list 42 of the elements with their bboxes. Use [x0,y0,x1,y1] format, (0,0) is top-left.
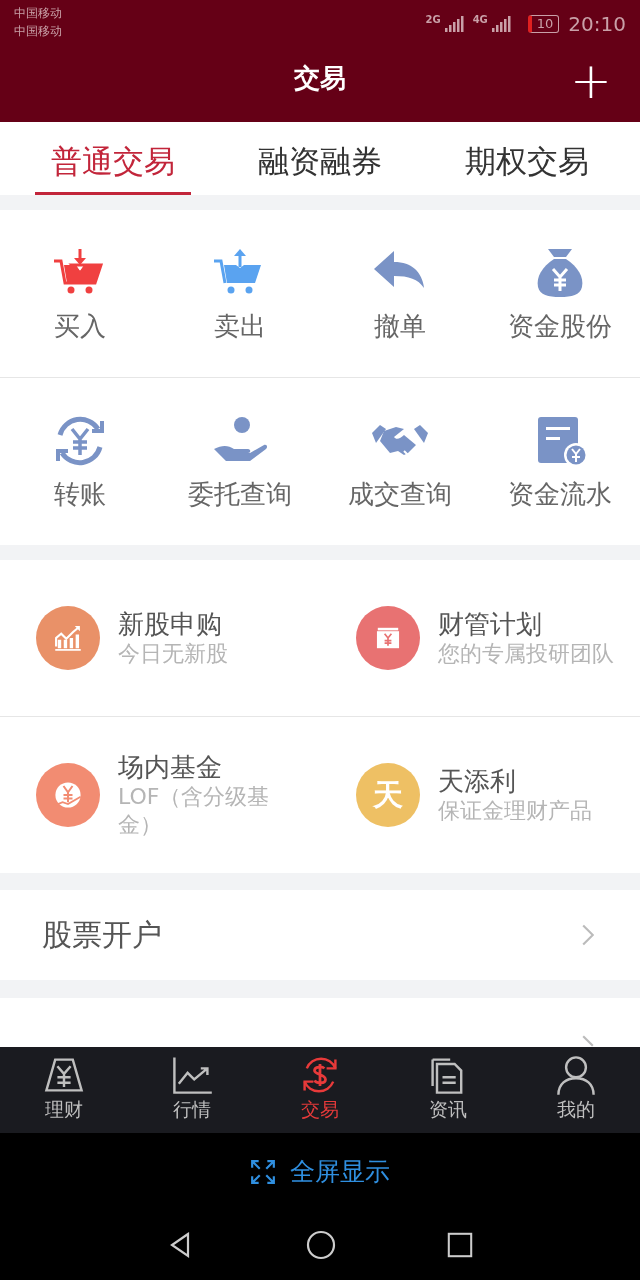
carrier-name: 中国移动 [14,5,62,22]
nav-tab[interactable]: 理财 [19,1047,109,1133]
battery-level: 10 [527,15,560,33]
action-label[interactable]: 撤单 [374,309,426,344]
chevron-right-icon [582,924,594,946]
page-title: 交易 [294,61,346,95]
network-type: 4G [472,14,488,25]
recent-apps-icon[interactable] [446,1231,474,1259]
action-label[interactable]: 买入 [54,309,106,344]
action-label[interactable]: 转账 [54,477,106,512]
nav-tab[interactable]: 资讯 [403,1047,493,1133]
person-icon[interactable] [554,1053,598,1097]
tab[interactable]: 期权交易 [448,122,605,195]
fullscreen-button[interactable]: 全屏显示 [244,1154,396,1189]
nav-tab[interactable]: 我的 [531,1047,621,1133]
product-title[interactable]: 财管计划 [438,608,618,640]
network-type: 2G [425,14,441,25]
nav-tab[interactable]: 行情 [147,1047,237,1133]
signal-icon [490,16,511,32]
action-label[interactable]: 资金流水 [508,477,612,512]
tab[interactable]: 融资融券 [242,122,398,195]
chevron-right-icon [582,1035,594,1047]
product-subtitle: 今日无新股 [118,640,229,668]
nav-tab[interactable]: 交易 [275,1047,365,1133]
product-title[interactable]: 场内基金 [118,751,298,783]
product-subtitle: 您的专属投研团队 [438,640,615,668]
action-label[interactable]: 卖出 [214,309,266,344]
tab[interactable]: 普通交易 [35,122,192,195]
product-subtitle: 保证金理财产品 [438,797,593,825]
action-label[interactable]: 资金股份 [508,309,612,344]
add-button[interactable]: + [566,56,616,106]
carrier-name: 中国移动 [14,23,62,40]
action-label[interactable]: 成交查询 [348,477,452,512]
clock-time: 20:10 [568,12,626,36]
expand-icon[interactable] [250,1158,276,1185]
product-subtitle: LOF（含分级基金） [118,783,271,839]
home-icon[interactable] [306,1230,336,1260]
menu-row[interactable]: 股票开户 [0,890,640,980]
product-title[interactable]: 天添利 [438,765,618,797]
signal-icon [443,16,464,32]
action-label[interactable]: 委托查询 [188,477,292,512]
product-title[interactable]: 新股申购 [118,608,298,640]
